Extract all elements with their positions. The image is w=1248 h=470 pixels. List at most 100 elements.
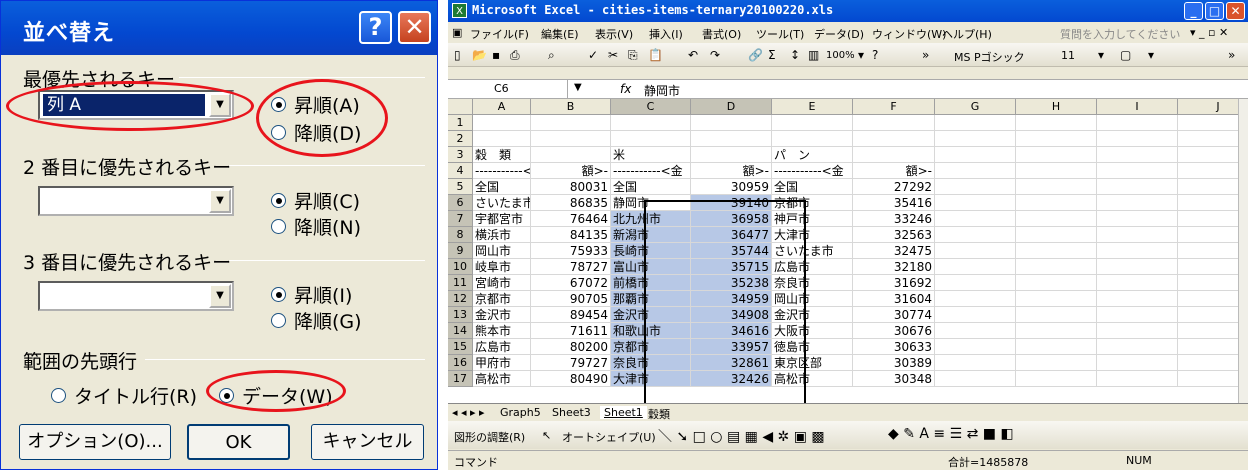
table-cell[interactable] [1178,259,1238,275]
spreadsheet-grid[interactable]: ABCDEFGHIJ 123穀 類米パ ン4-----------<金額>---… [448,99,1238,403]
title-row-radio[interactable]: タイトル行(R) [51,382,197,409]
table-cell[interactable] [1178,227,1238,243]
table-cell[interactable]: 前橋市 [611,275,691,291]
table-cell[interactable] [1016,147,1097,163]
borders-chevron-icon[interactable]: ▾ [1148,48,1154,62]
table-cell[interactable] [1016,227,1097,243]
table-cell[interactable]: 新潟市 [611,227,691,243]
table-cell[interactable]: 39140 [691,195,772,211]
table-cell[interactable] [1016,131,1097,147]
font-size-select[interactable]: 11 [1061,49,1075,62]
key2-select[interactable]: ▼ [38,186,234,216]
table-cell[interactable] [935,243,1016,259]
table-cell[interactable] [611,115,691,131]
table-cell[interactable] [935,227,1016,243]
chart-icon[interactable]: ▥ [808,48,819,62]
table-cell[interactable] [691,147,772,163]
table-cell[interactable]: 高松市 [772,371,853,387]
table-cell[interactable]: 90705 [531,291,611,307]
dialog-title-bar[interactable]: 並べ替え ? ✕ [1,1,437,55]
table-cell[interactable] [1178,179,1238,195]
table-cell[interactable]: 78727 [531,259,611,275]
table-cell[interactable] [935,163,1016,179]
table-cell[interactable] [772,115,853,131]
menu-window[interactable]: ウィンドウ(W) [872,26,946,42]
table-cell[interactable]: 30959 [691,179,772,195]
row-header[interactable]: 10 [448,259,473,275]
table-cell[interactable] [1097,355,1178,371]
row-header[interactable]: 9 [448,243,473,259]
table-cell[interactable] [935,195,1016,211]
font-select[interactable]: MS Pゴシック [954,49,1025,65]
table-cell[interactable]: 32475 [853,243,935,259]
new-icon[interactable]: ▯ [454,48,461,62]
table-cell[interactable]: 岐阜市 [473,259,531,275]
sort-icon[interactable]: ↕ [790,48,800,62]
table-cell[interactable] [1097,371,1178,387]
table-cell[interactable]: 額>- [853,163,935,179]
copy-icon[interactable]: ⎘ [628,48,638,63]
row-header[interactable]: 6 [448,195,473,211]
table-cell[interactable]: 那覇市 [611,291,691,307]
table-cell[interactable] [935,259,1016,275]
table-cell[interactable] [1178,243,1238,259]
table-cell[interactable]: 35238 [691,275,772,291]
fx-icon[interactable]: fx [620,82,631,96]
table-cell[interactable] [1097,163,1178,179]
spelling-icon[interactable]: ✓ [588,48,598,62]
table-cell[interactable]: 金沢市 [611,307,691,323]
column-header-a[interactable]: A [473,99,531,115]
table-cell[interactable] [1097,291,1178,307]
table-cell[interactable]: 奈良市 [611,355,691,371]
tab-sheet3[interactable]: Sheet3 [552,406,591,419]
table-cell[interactable]: 31604 [853,291,935,307]
table-cell[interactable]: 北九州市 [611,211,691,227]
close-window-button[interactable]: ✕ [1226,2,1245,20]
table-cell[interactable]: 静岡市 [611,195,691,211]
column-header-g[interactable]: G [935,99,1016,115]
table-cell[interactable]: 大津市 [772,227,853,243]
table-cell[interactable]: 額>- [691,163,772,179]
table-cell[interactable] [691,115,772,131]
table-cell[interactable] [1178,339,1238,355]
column-header-j[interactable]: J [1178,99,1238,115]
table-cell[interactable] [935,323,1016,339]
borders-icon[interactable]: ▢ [1120,48,1131,62]
table-cell[interactable]: 76464 [531,211,611,227]
table-cell[interactable] [935,307,1016,323]
key2-desc-radio[interactable]: 降順(N) [271,213,361,240]
table-cell[interactable]: 75933 [531,243,611,259]
table-cell[interactable] [691,131,772,147]
table-cell[interactable]: 金沢市 [772,307,853,323]
row-header[interactable]: 7 [448,211,473,227]
menu-view[interactable]: 表示(V) [595,26,633,42]
table-cell[interactable] [473,115,531,131]
table-cell[interactable] [531,131,611,147]
row-header[interactable]: 8 [448,227,473,243]
table-cell[interactable]: 86835 [531,195,611,211]
table-cell[interactable]: 金沢市 [473,307,531,323]
table-cell[interactable]: 徳島市 [772,339,853,355]
workbook-icon[interactable]: ▣ [452,26,462,39]
table-cell[interactable]: 89454 [531,307,611,323]
table-cell[interactable]: さいたま市 [473,195,531,211]
table-cell[interactable] [935,371,1016,387]
table-cell[interactable] [772,131,853,147]
row-header[interactable]: 12 [448,291,473,307]
table-cell[interactable]: 30676 [853,323,935,339]
table-cell[interactable] [1016,371,1097,387]
table-cell[interactable] [1178,195,1238,211]
table-cell[interactable]: 71611 [531,323,611,339]
menu-edit[interactable]: 編集(E) [541,26,579,42]
table-cell[interactable]: 33246 [853,211,935,227]
table-cell[interactable]: 額>- [531,163,611,179]
table-cell[interactable] [1016,275,1097,291]
table-cell[interactable] [473,131,531,147]
table-cell[interactable]: 東京区部 [772,355,853,371]
column-header-h[interactable]: H [1016,99,1097,115]
table-cell[interactable]: 岡山市 [772,291,853,307]
row-header[interactable]: 17 [448,371,473,387]
menu-data[interactable]: データ(D) [814,26,864,42]
table-cell[interactable]: 宮崎市 [473,275,531,291]
close-button[interactable]: ✕ [398,11,431,44]
